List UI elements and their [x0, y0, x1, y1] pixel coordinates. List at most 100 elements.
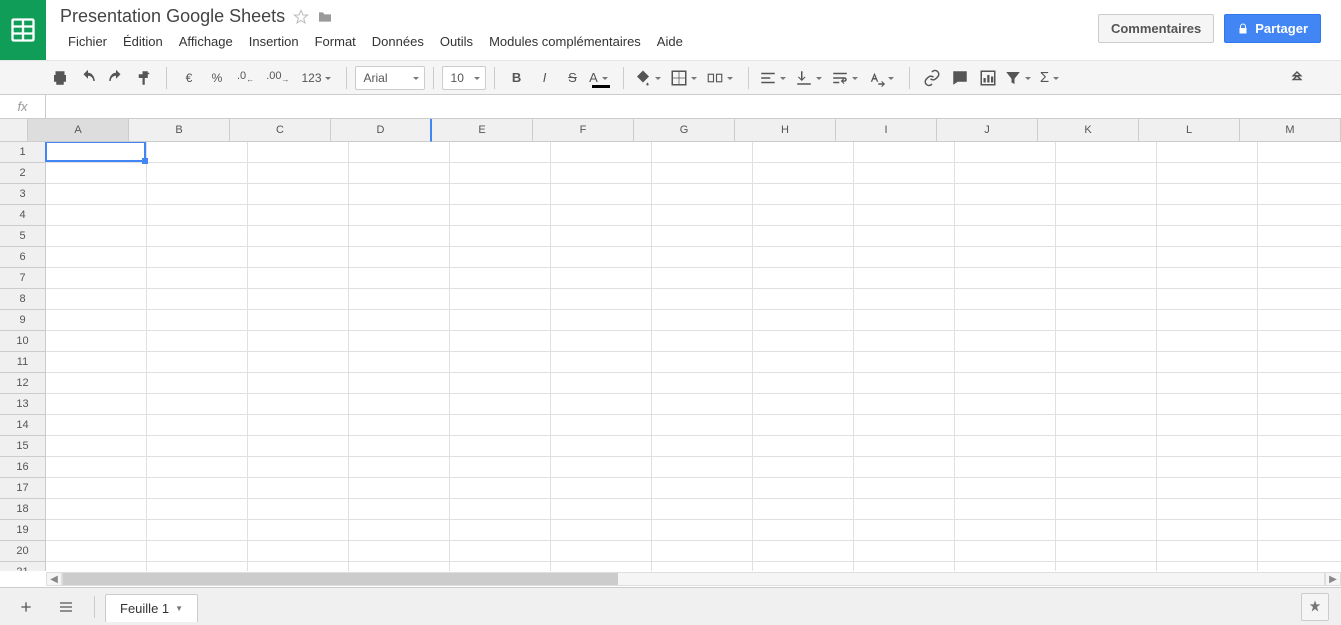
cell[interactable]: [147, 541, 248, 562]
cell[interactable]: [147, 310, 248, 331]
cell[interactable]: [1157, 331, 1258, 352]
all-sheets-button[interactable]: [48, 593, 84, 621]
cell[interactable]: [753, 268, 854, 289]
cell[interactable]: [551, 457, 652, 478]
insert-chart-button[interactable]: [976, 66, 1000, 90]
cell[interactable]: [1056, 226, 1157, 247]
cell[interactable]: [652, 310, 753, 331]
cell[interactable]: [551, 541, 652, 562]
cell[interactable]: [248, 520, 349, 541]
cell[interactable]: [753, 310, 854, 331]
merge-cells-button[interactable]: [706, 66, 738, 90]
cell[interactable]: [450, 541, 551, 562]
cell[interactable]: [1258, 478, 1341, 499]
star-icon[interactable]: [293, 9, 309, 25]
cell[interactable]: [551, 562, 652, 571]
increase-decimal-button[interactable]: .00→: [262, 66, 293, 90]
cell[interactable]: [1258, 394, 1341, 415]
number-format-button[interactable]: 123: [297, 66, 335, 90]
cell[interactable]: [955, 478, 1056, 499]
row-header[interactable]: 8: [0, 289, 46, 310]
insert-link-button[interactable]: [920, 66, 944, 90]
explore-button[interactable]: [1301, 593, 1329, 621]
horizontal-scrollbar[interactable]: ◀ ▶: [0, 571, 1341, 587]
column-header[interactable]: A: [28, 119, 129, 142]
cell[interactable]: [955, 184, 1056, 205]
cell[interactable]: [753, 184, 854, 205]
cell[interactable]: [147, 142, 248, 163]
cell[interactable]: [1258, 184, 1341, 205]
cell[interactable]: [1056, 205, 1157, 226]
cell[interactable]: [450, 310, 551, 331]
cell[interactable]: [248, 415, 349, 436]
cell[interactable]: [1258, 562, 1341, 571]
cell[interactable]: [955, 394, 1056, 415]
cell[interactable]: [753, 331, 854, 352]
cell[interactable]: [551, 289, 652, 310]
row-header[interactable]: 6: [0, 247, 46, 268]
row-header[interactable]: 2: [0, 163, 46, 184]
cell[interactable]: [1056, 415, 1157, 436]
cell[interactable]: [551, 163, 652, 184]
cell[interactable]: [450, 268, 551, 289]
cell[interactable]: [652, 184, 753, 205]
column-header[interactable]: D: [331, 119, 432, 142]
row-header[interactable]: 9: [0, 310, 46, 331]
fill-color-button[interactable]: [634, 66, 666, 90]
cell[interactable]: [652, 205, 753, 226]
menu-tools[interactable]: Outils: [432, 30, 481, 53]
cell[interactable]: [349, 205, 450, 226]
font-size-select[interactable]: 10: [442, 66, 486, 90]
cell[interactable]: [652, 331, 753, 352]
cell[interactable]: [147, 184, 248, 205]
cell[interactable]: [1258, 415, 1341, 436]
cell[interactable]: [551, 436, 652, 457]
cell[interactable]: [349, 457, 450, 478]
cell[interactable]: [652, 268, 753, 289]
cell[interactable]: [248, 436, 349, 457]
cell[interactable]: [349, 373, 450, 394]
cell[interactable]: [46, 226, 147, 247]
cell[interactable]: [248, 184, 349, 205]
row-header[interactable]: 14: [0, 415, 46, 436]
cell[interactable]: [955, 541, 1056, 562]
cell[interactable]: [955, 310, 1056, 331]
menu-data[interactable]: Données: [364, 30, 432, 53]
cell[interactable]: [349, 310, 450, 331]
collapse-toolbar-button[interactable]: [1285, 66, 1309, 90]
cell[interactable]: [248, 373, 349, 394]
column-header[interactable]: L: [1139, 119, 1240, 142]
cell[interactable]: [652, 247, 753, 268]
cell[interactable]: [652, 415, 753, 436]
cell[interactable]: [147, 289, 248, 310]
cell[interactable]: [1056, 247, 1157, 268]
cell[interactable]: [248, 331, 349, 352]
cell[interactable]: [248, 394, 349, 415]
cell[interactable]: [1157, 289, 1258, 310]
cell[interactable]: [450, 331, 551, 352]
document-title[interactable]: Presentation Google Sheets: [60, 6, 285, 27]
text-rotation-button[interactable]: [867, 66, 899, 90]
cell[interactable]: [1258, 226, 1341, 247]
comments-button[interactable]: Commentaires: [1098, 14, 1214, 43]
cell[interactable]: [1258, 457, 1341, 478]
cell[interactable]: [1056, 478, 1157, 499]
menu-help[interactable]: Aide: [649, 30, 691, 53]
cell[interactable]: [248, 541, 349, 562]
cell[interactable]: [1258, 499, 1341, 520]
cell[interactable]: [652, 436, 753, 457]
cell[interactable]: [753, 415, 854, 436]
cell[interactable]: [147, 352, 248, 373]
cell[interactable]: [1258, 142, 1341, 163]
column-header[interactable]: F: [533, 119, 634, 142]
select-all-corner[interactable]: [0, 119, 28, 142]
cell[interactable]: [248, 562, 349, 571]
cell[interactable]: [955, 268, 1056, 289]
cell[interactable]: [248, 205, 349, 226]
cell[interactable]: [349, 562, 450, 571]
cell[interactable]: [1258, 205, 1341, 226]
cell[interactable]: [854, 247, 955, 268]
paint-format-button[interactable]: [132, 66, 156, 90]
cell[interactable]: [450, 205, 551, 226]
cell[interactable]: [551, 268, 652, 289]
